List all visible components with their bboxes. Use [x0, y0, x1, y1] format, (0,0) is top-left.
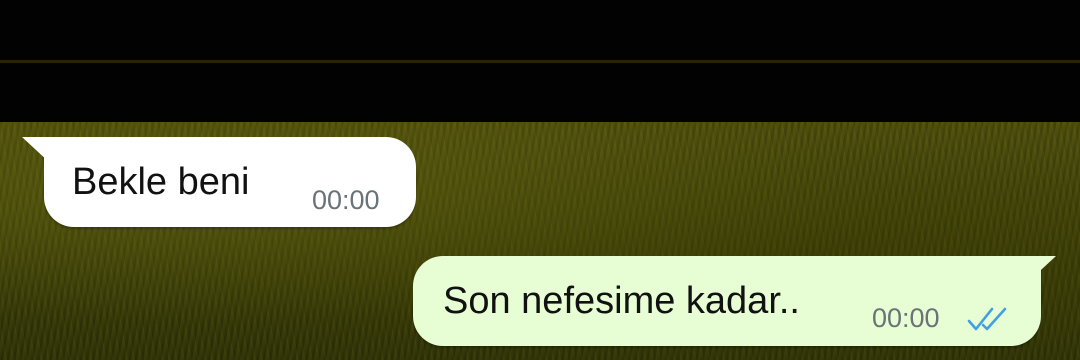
incoming-message-bubble[interactable]: Bekle beni 00:00: [22, 137, 416, 227]
outgoing-message-bubble[interactable]: Son nefesime kadar.. 00:00: [413, 256, 1056, 346]
message-text: Bekle beni: [72, 161, 250, 203]
message-time: 00:00: [312, 185, 380, 215]
outgoing-bubble-tail: [1028, 256, 1056, 282]
incoming-bubble-tail: [22, 137, 50, 163]
top-divider: [0, 60, 1080, 63]
message-time: 00:00: [872, 303, 940, 333]
message-text: Son nefesime kadar..: [443, 280, 800, 322]
double-check-read-icon: [967, 307, 1007, 331]
chat-screen: Bekle beni 00:00 Son nefesime kadar.. 00…: [0, 0, 1080, 360]
